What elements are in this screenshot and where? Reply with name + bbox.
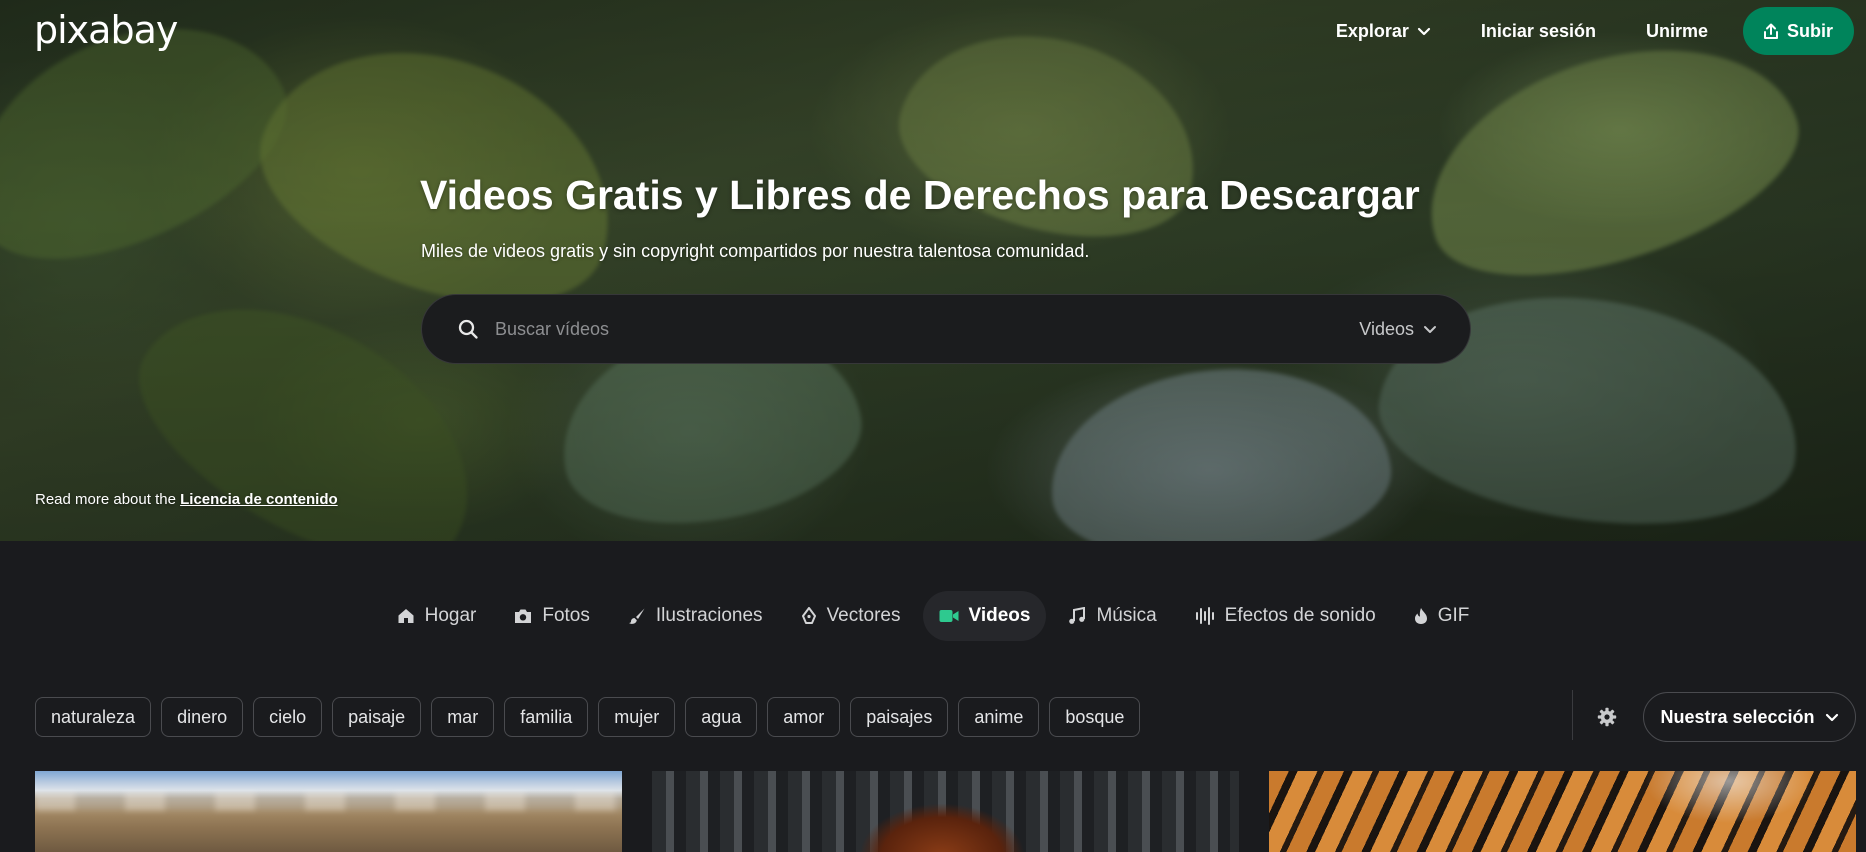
tab-label: GIF: [1437, 605, 1470, 626]
hero-overlay: [0, 0, 1866, 541]
gear-icon: [1597, 707, 1617, 727]
sort-select[interactable]: Nuestra selección: [1643, 692, 1856, 742]
top-navigation: Explorar Iniciar sesión Unirme Subir: [1311, 7, 1854, 55]
tab-vectores[interactable]: Vectores: [785, 591, 917, 641]
tag-chip[interactable]: dinero: [161, 697, 244, 737]
flame-icon: [1414, 608, 1427, 624]
license-link[interactable]: Licencia de contenido: [180, 491, 338, 508]
pixabay-logo[interactable]: pixabay: [34, 8, 178, 52]
home-icon: [398, 609, 414, 623]
tag-chip[interactable]: cielo: [253, 697, 323, 737]
tab-label: Fotos: [542, 605, 590, 626]
chevron-down-icon: [1417, 27, 1431, 36]
tab-label: Ilustraciones: [655, 605, 763, 626]
search-input[interactable]: [495, 309, 1360, 349]
search-icon: [458, 319, 478, 339]
sound-wave-icon: [1195, 607, 1214, 625]
tag-chip[interactable]: anime: [958, 697, 1040, 737]
license-prefix: Read more about the: [35, 491, 176, 508]
suggested-tags: naturaleza dinero cielo paisaje mar fami…: [35, 697, 1141, 737]
filter-settings-button[interactable]: [1594, 704, 1620, 730]
tab-label: Vectores: [826, 605, 901, 626]
tag-chip[interactable]: mar: [431, 697, 495, 737]
tag-chip[interactable]: agua: [685, 697, 758, 737]
page-title: Videos Gratis y Libres de Derechos para …: [420, 172, 1420, 218]
tag-chip[interactable]: familia: [504, 697, 589, 737]
video-thumbnail[interactable]: [652, 771, 1239, 852]
tag-chip[interactable]: bosque: [1049, 697, 1141, 737]
login-link[interactable]: Iniciar sesión: [1456, 21, 1621, 42]
tag-chip[interactable]: paisajes: [850, 697, 949, 737]
pen-nib-icon: [801, 607, 816, 624]
explore-menu[interactable]: Explorar: [1311, 21, 1456, 42]
music-note-icon: [1069, 607, 1086, 624]
tab-ilustraciones[interactable]: Ilustraciones: [612, 591, 779, 641]
video-thumbnail[interactable]: [35, 771, 622, 852]
explore-label: Explorar: [1335, 20, 1409, 41]
video-camera-icon: [939, 610, 958, 622]
sort-label: Nuestra selección: [1660, 706, 1815, 727]
chevron-down-icon: [1424, 326, 1436, 333]
tab-hogar[interactable]: Hogar: [381, 591, 493, 641]
tag-chip[interactable]: amor: [767, 697, 841, 737]
tag-chip[interactable]: mujer: [598, 697, 676, 737]
license-note: Read more about the Licencia de contenid…: [35, 491, 338, 508]
divider: [1572, 690, 1573, 740]
chevron-down-icon: [1825, 713, 1838, 722]
camera-icon: [515, 609, 532, 623]
upload-icon: [1763, 23, 1778, 39]
tab-label: Hogar: [424, 605, 477, 626]
hero-banner: pixabay Explorar Iniciar sesión Unirme S…: [0, 0, 1866, 541]
tab-videos[interactable]: Videos: [922, 591, 1047, 641]
tab-musica[interactable]: Música: [1052, 591, 1172, 641]
tab-label: Música: [1096, 605, 1157, 626]
tab-efectos-de-sonido[interactable]: Efectos de sonido: [1179, 591, 1392, 641]
tag-chip[interactable]: naturaleza: [35, 697, 152, 737]
search-bar: Videos: [421, 294, 1471, 364]
tab-gif[interactable]: GIF: [1398, 591, 1486, 641]
video-thumbnail[interactable]: [1269, 771, 1856, 852]
tab-label: Efectos de sonido: [1224, 605, 1376, 626]
tag-chip[interactable]: paisaje: [332, 697, 422, 737]
media-type-label: Videos: [1359, 318, 1414, 339]
upload-label: Subir: [1786, 20, 1833, 41]
tab-fotos[interactable]: Fotos: [498, 591, 606, 641]
brush-icon: [628, 608, 645, 624]
category-tabs: Hogar Fotos Ilustraciones Vectores Video…: [0, 591, 1866, 641]
media-type-select[interactable]: Videos: [1359, 319, 1437, 340]
upload-button[interactable]: Subir: [1742, 7, 1854, 55]
tab-label: Videos: [968, 605, 1031, 626]
page-subtitle: Miles de videos gratis y sin copyright c…: [421, 241, 1090, 261]
join-link[interactable]: Unirme: [1621, 21, 1733, 42]
